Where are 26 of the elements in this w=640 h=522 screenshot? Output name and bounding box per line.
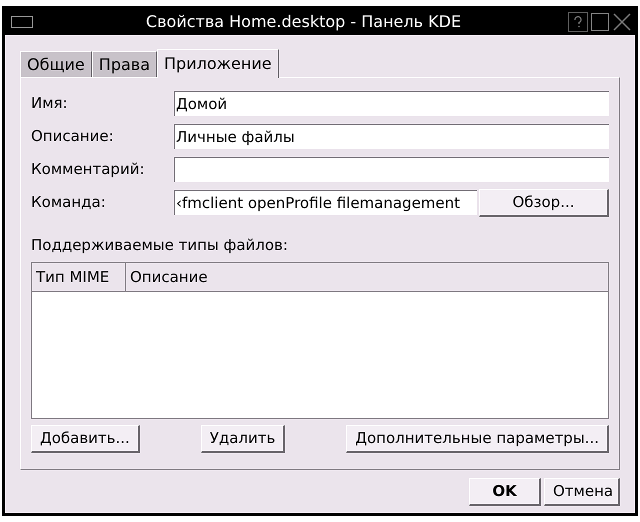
column-header[interactable]: Тип MIME [32, 263, 126, 291]
field-label: Описание: [31, 126, 115, 148]
help-icon[interactable] [568, 12, 588, 32]
maximize-icon[interactable] [591, 13, 609, 31]
field-label: Команда: [31, 192, 107, 214]
section-label: Поддерживаемые типы файлов: [31, 236, 288, 254]
browse-button[interactable]: Обзор... [479, 188, 609, 216]
text-field[interactable]: Личные файлы [174, 124, 609, 149]
text-field[interactable]: Домой [174, 91, 609, 116]
column-header[interactable]: Описание [126, 263, 608, 291]
text-field[interactable]: ‹fmclient openProfile filemanagement [174, 190, 477, 215]
file-types-list[interactable]: Тип MIME Описание [31, 262, 609, 419]
dialog-button[interactable]: Отмена [544, 478, 620, 506]
tab[interactable]: Приложение [157, 49, 279, 78]
tab[interactable]: Общие [20, 51, 92, 77]
window-title: Свойства Home.desktop - Панель KDE [144, 11, 462, 33]
action-button[interactable]: Дополнительные параметры... [346, 425, 609, 453]
dialog-button[interactable]: OK [469, 478, 541, 506]
close-icon[interactable] [612, 12, 632, 32]
field-label: Имя: [31, 93, 69, 114]
text-field[interactable] [174, 157, 609, 182]
action-button[interactable]: Добавить... [31, 425, 140, 453]
field-label: Комментарий: [31, 159, 146, 180]
window-menu-icon[interactable] [11, 16, 33, 28]
tab[interactable]: Права [92, 51, 158, 77]
action-button[interactable]: Удалить [200, 425, 286, 453]
